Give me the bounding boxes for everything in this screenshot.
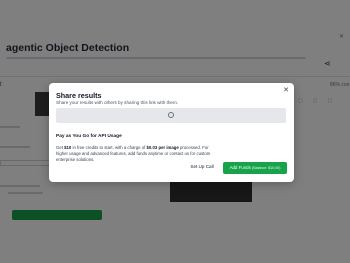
- per-image-charge: $0.03 per image: [146, 145, 179, 150]
- add-funds-button[interactable]: Add Funds (Balance: $10.00): [223, 162, 287, 174]
- loading-spinner-icon: [168, 112, 174, 118]
- balance-label: (Balance: $10.00): [252, 166, 281, 170]
- dialog-title: Share results: [56, 91, 102, 100]
- set-up-call-button[interactable]: Set Up Call: [190, 163, 214, 171]
- pricing-description: Get $10 in free credits to start, with a…: [56, 145, 211, 162]
- close-icon[interactable]: ✕: [282, 87, 290, 95]
- pricing-title: Pay as You Go for API Usage: [56, 134, 122, 139]
- dialog-subtitle: Share your results with others by sharin…: [56, 100, 179, 105]
- share-results-dialog: Share results ✕ Share your results with …: [49, 83, 294, 182]
